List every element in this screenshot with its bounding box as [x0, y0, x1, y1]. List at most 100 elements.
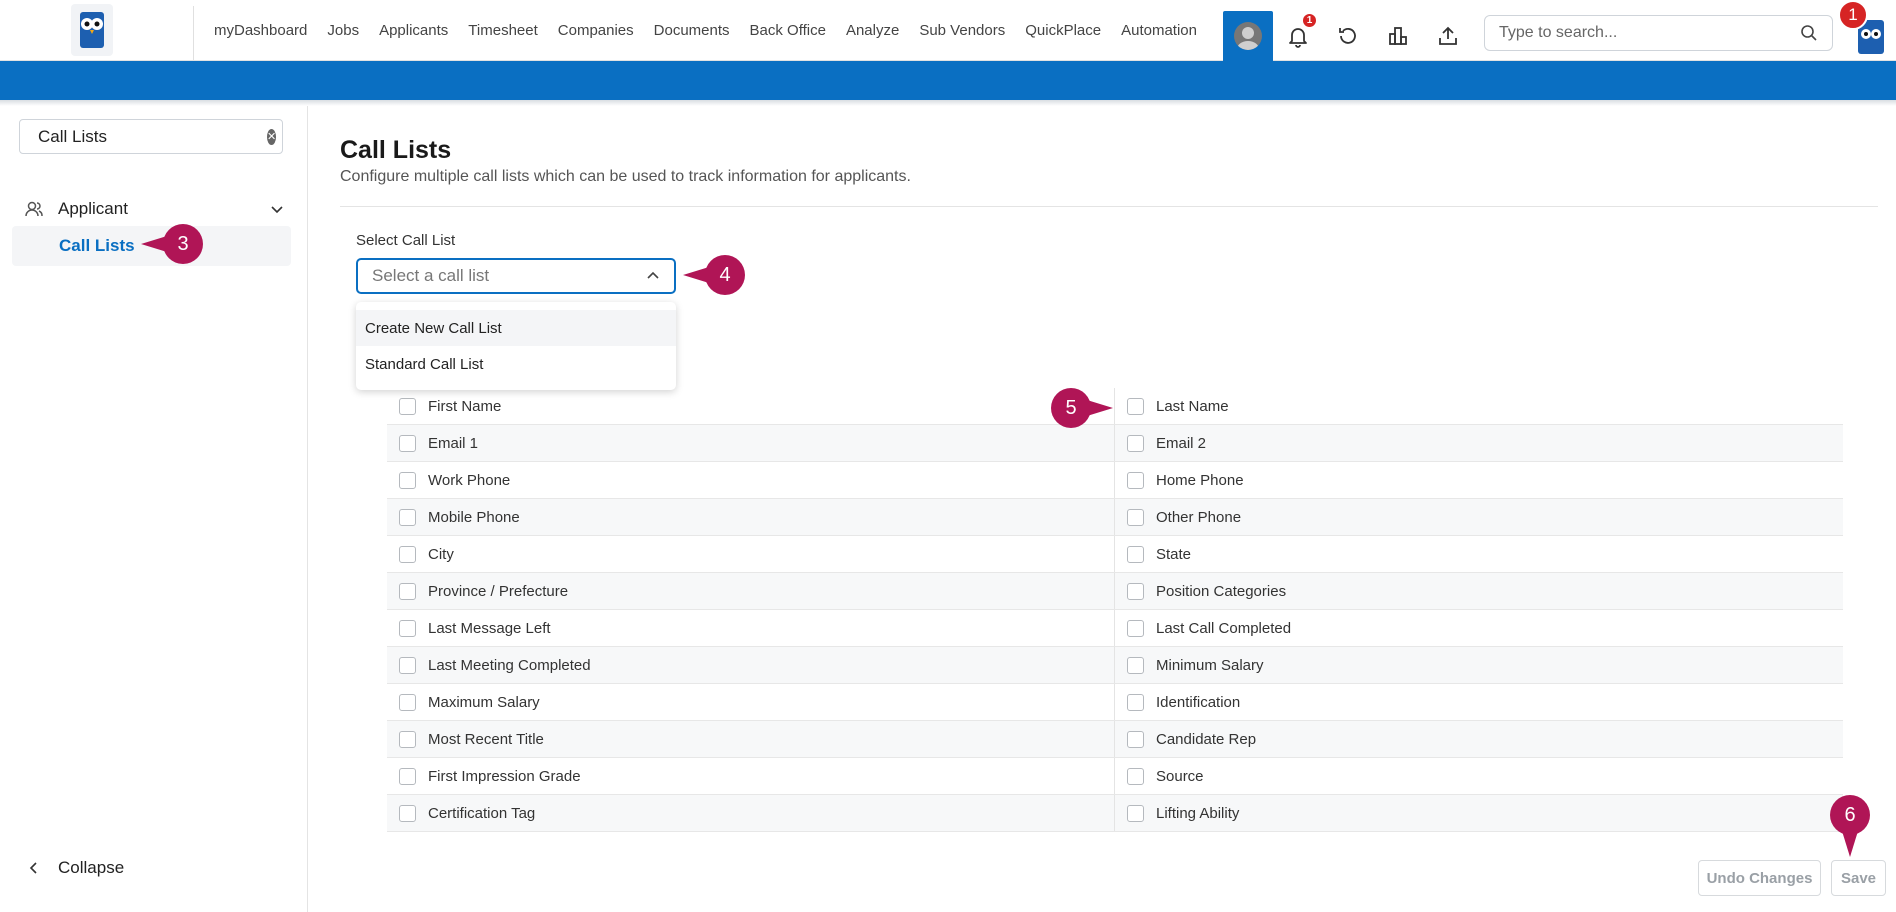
upload-button[interactable]	[1423, 11, 1473, 61]
field-cell: Home Phone	[1115, 462, 1843, 498]
field-checkbox[interactable]	[1127, 767, 1144, 785]
field-checkbox-grid: First Name Last Name Email 1 Email 2 Wor…	[387, 388, 1843, 832]
field-checkbox[interactable]	[399, 693, 416, 711]
callout-marker-4: 4	[683, 255, 745, 295]
field-cell: Mobile Phone	[387, 499, 1115, 535]
field-checkbox[interactable]	[399, 619, 416, 637]
field-checkbox[interactable]	[1127, 656, 1144, 674]
field-cell: Minimum Salary	[1115, 647, 1843, 683]
nav-documents[interactable]: Documents	[654, 22, 730, 39]
select-placeholder: Select a call list	[372, 266, 490, 285]
nav-jobs[interactable]: Jobs	[327, 22, 359, 39]
undo-changes-button[interactable]: Undo Changes	[1698, 860, 1821, 896]
call-list-dropdown: Create New Call List Standard Call List	[356, 302, 676, 390]
field-cell: Position Categories	[1115, 573, 1843, 609]
nav-companies[interactable]: Companies	[558, 22, 634, 39]
select-call-list-label: Select Call List	[356, 232, 456, 249]
upload-icon	[1439, 26, 1457, 45]
table-row: First Impression Grade Source	[387, 758, 1843, 795]
dropdown-option-create-new[interactable]: Create New Call List	[356, 310, 676, 346]
history-button[interactable]	[1323, 11, 1373, 61]
field-label: Minimum Salary	[1156, 656, 1264, 674]
callout-marker-6: 6	[1830, 795, 1870, 857]
avatar	[1234, 22, 1262, 50]
field-checkbox[interactable]	[399, 545, 416, 563]
global-search-input[interactable]	[1499, 24, 1800, 42]
field-cell: Last Message Left	[387, 610, 1115, 646]
sidebar-group-applicant[interactable]: Applicant	[24, 194, 284, 224]
nav-back-office[interactable]: Back Office	[750, 22, 826, 39]
field-checkbox[interactable]	[399, 397, 416, 415]
top-navbar: myDashboard Jobs Applicants Timesheet Co…	[0, 0, 1896, 61]
field-label: Source	[1156, 767, 1204, 785]
field-label: Last Call Completed	[1156, 619, 1292, 637]
field-checkbox[interactable]	[1127, 397, 1144, 415]
field-label: Candidate Rep	[1156, 730, 1257, 748]
field-checkbox[interactable]	[1127, 730, 1144, 748]
field-checkbox[interactable]	[399, 804, 416, 822]
nav-analyze[interactable]: Analyze	[846, 22, 899, 39]
field-checkbox[interactable]	[399, 582, 416, 600]
field-cell: Candidate Rep	[1115, 721, 1843, 757]
notifications-button[interactable]: 1	[1273, 11, 1323, 61]
field-checkbox[interactable]	[399, 767, 416, 785]
field-cell: Certification Tag	[387, 795, 1115, 831]
field-checkbox[interactable]	[399, 730, 416, 748]
chevron-down-icon	[271, 206, 283, 214]
table-row: Work Phone Home Phone	[387, 462, 1843, 499]
nav-quickplace[interactable]: QuickPlace	[1025, 22, 1101, 39]
field-label: Identification	[1156, 693, 1241, 711]
field-checkbox[interactable]	[399, 508, 416, 526]
field-label: Position Categories	[1156, 582, 1287, 600]
nav-automation[interactable]: Automation	[1121, 22, 1197, 39]
field-checkbox[interactable]	[1127, 619, 1144, 637]
field-cell: Maximum Salary	[387, 684, 1115, 720]
field-checkbox[interactable]	[1127, 804, 1144, 822]
field-cell: State	[1115, 536, 1843, 572]
field-label: Last Name	[1156, 397, 1229, 415]
sidebar-search-input[interactable]	[38, 126, 259, 147]
field-checkbox[interactable]	[1127, 508, 1144, 526]
nav-sub-vendors[interactable]: Sub Vendors	[919, 22, 1005, 39]
dropdown-option-standard[interactable]: Standard Call List	[356, 346, 676, 382]
nav-mydashboard[interactable]: myDashboard	[214, 22, 307, 39]
field-cell: First Impression Grade	[387, 758, 1115, 794]
field-label: Most Recent Title	[428, 730, 544, 748]
field-label: Email 1	[428, 434, 479, 452]
search-icon[interactable]	[1800, 24, 1818, 42]
analytics-button[interactable]	[1373, 11, 1423, 61]
field-cell: Email 2	[1115, 425, 1843, 461]
bar-chart-icon	[1389, 27, 1407, 45]
field-cell: Most Recent Title	[387, 721, 1115, 757]
header-divider	[340, 206, 1878, 207]
user-avatar-button[interactable]	[1223, 11, 1273, 61]
table-row: Email 1 Email 2	[387, 425, 1843, 462]
field-checkbox[interactable]	[1127, 582, 1144, 600]
table-row: Most Recent Title Candidate Rep	[387, 721, 1843, 758]
field-label: Other Phone	[1156, 508, 1242, 526]
field-cell: Last Meeting Completed	[387, 647, 1115, 683]
field-checkbox[interactable]	[1127, 545, 1144, 563]
table-row: Province / Prefecture Position Categorie…	[387, 573, 1843, 610]
call-list-select[interactable]: Select a call list	[356, 258, 676, 294]
table-row: Last Message Left Last Call Completed	[387, 610, 1843, 647]
field-checkbox[interactable]	[399, 656, 416, 674]
app-logo[interactable]	[71, 4, 113, 56]
field-checkbox[interactable]	[399, 471, 416, 489]
field-label: Work Phone	[428, 471, 511, 489]
callout-marker-5: 5	[1051, 388, 1113, 428]
field-checkbox[interactable]	[1127, 434, 1144, 452]
clear-search-icon[interactable]: ✕	[267, 128, 277, 145]
collapse-sidebar-button[interactable]: Collapse	[28, 858, 124, 878]
table-row: Mobile Phone Other Phone	[387, 499, 1843, 536]
nav-applicants[interactable]: Applicants	[379, 22, 448, 39]
nav-timesheet[interactable]: Timesheet	[468, 22, 537, 39]
save-button[interactable]: Save	[1831, 860, 1886, 896]
table-row: City State	[387, 536, 1843, 573]
user-icon	[1237, 27, 1259, 50]
field-cell: Email 1	[387, 425, 1115, 461]
field-checkbox[interactable]	[399, 434, 416, 452]
field-label: Certification Tag	[428, 804, 536, 822]
field-checkbox[interactable]	[1127, 471, 1144, 489]
field-checkbox[interactable]	[1127, 693, 1144, 711]
